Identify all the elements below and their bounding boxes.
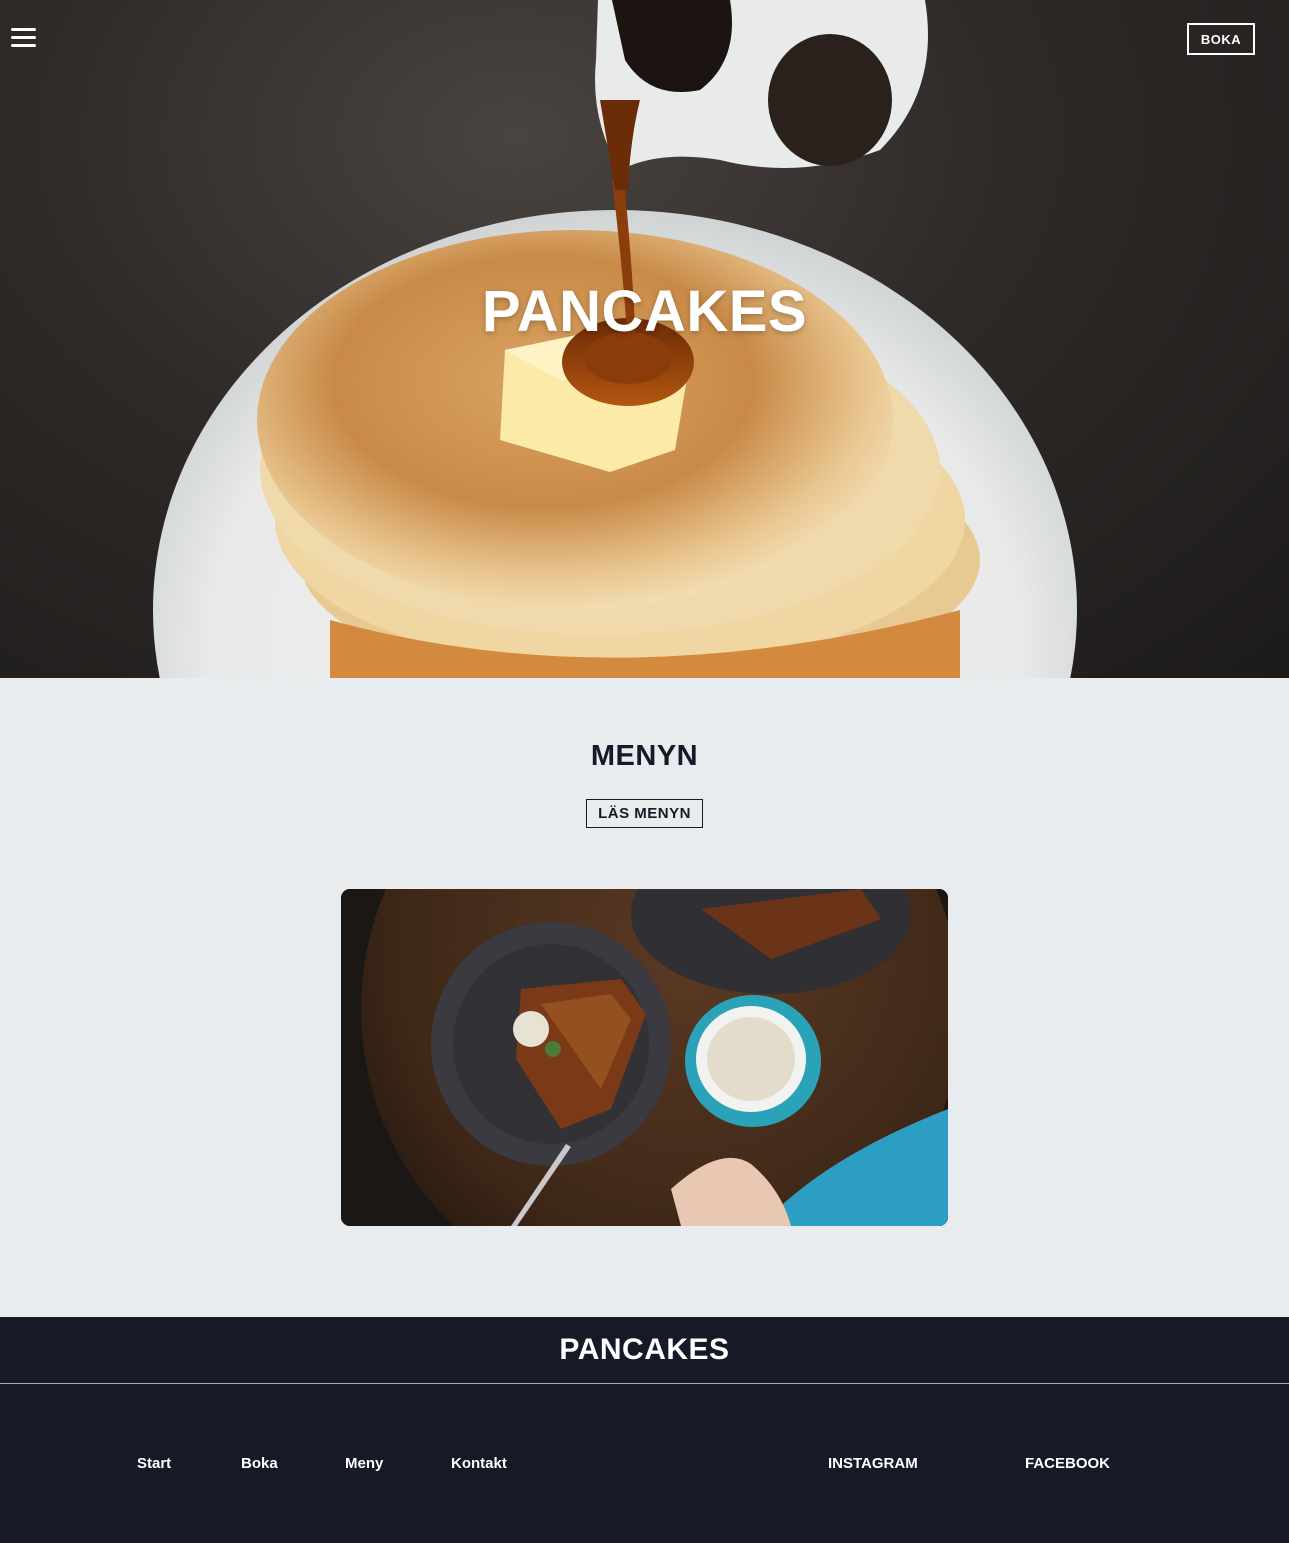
footer-link-meny[interactable]: Meny — [345, 1455, 383, 1472]
menu-title: MENYN — [590, 740, 699, 772]
hamburger-bar — [11, 28, 36, 31]
footer-link-start[interactable]: Start — [137, 1455, 171, 1472]
book-button[interactable]: BOKA — [1187, 23, 1255, 55]
waffles-image — [341, 889, 948, 1226]
footer-link-instagram[interactable]: INSTAGRAM — [828, 1455, 918, 1472]
footer-link-boka[interactable]: Boka — [241, 1455, 278, 1472]
hamburger-bar — [11, 36, 36, 39]
footer: PANCAKES Start Boka Meny Kontakt INSTAGR… — [0, 1317, 1289, 1543]
hamburger-bar — [11, 44, 36, 47]
footer-link-kontakt[interactable]: Kontakt — [451, 1455, 507, 1472]
waffles-illustration — [341, 889, 948, 1226]
footer-brand: PANCAKES — [559, 1333, 730, 1366]
footer-divider — [0, 1383, 1289, 1384]
hero-section: BOKA PANCAKES — [0, 0, 1289, 678]
read-menu-button[interactable]: LÄS MENYN — [586, 799, 703, 828]
hero-title: PANCAKES — [481, 279, 808, 344]
hamburger-menu-icon[interactable] — [11, 28, 36, 50]
footer-link-facebook[interactable]: FACEBOOK — [1025, 1455, 1110, 1472]
menu-section: MENYN LÄS MENYN — [0, 678, 1289, 1317]
